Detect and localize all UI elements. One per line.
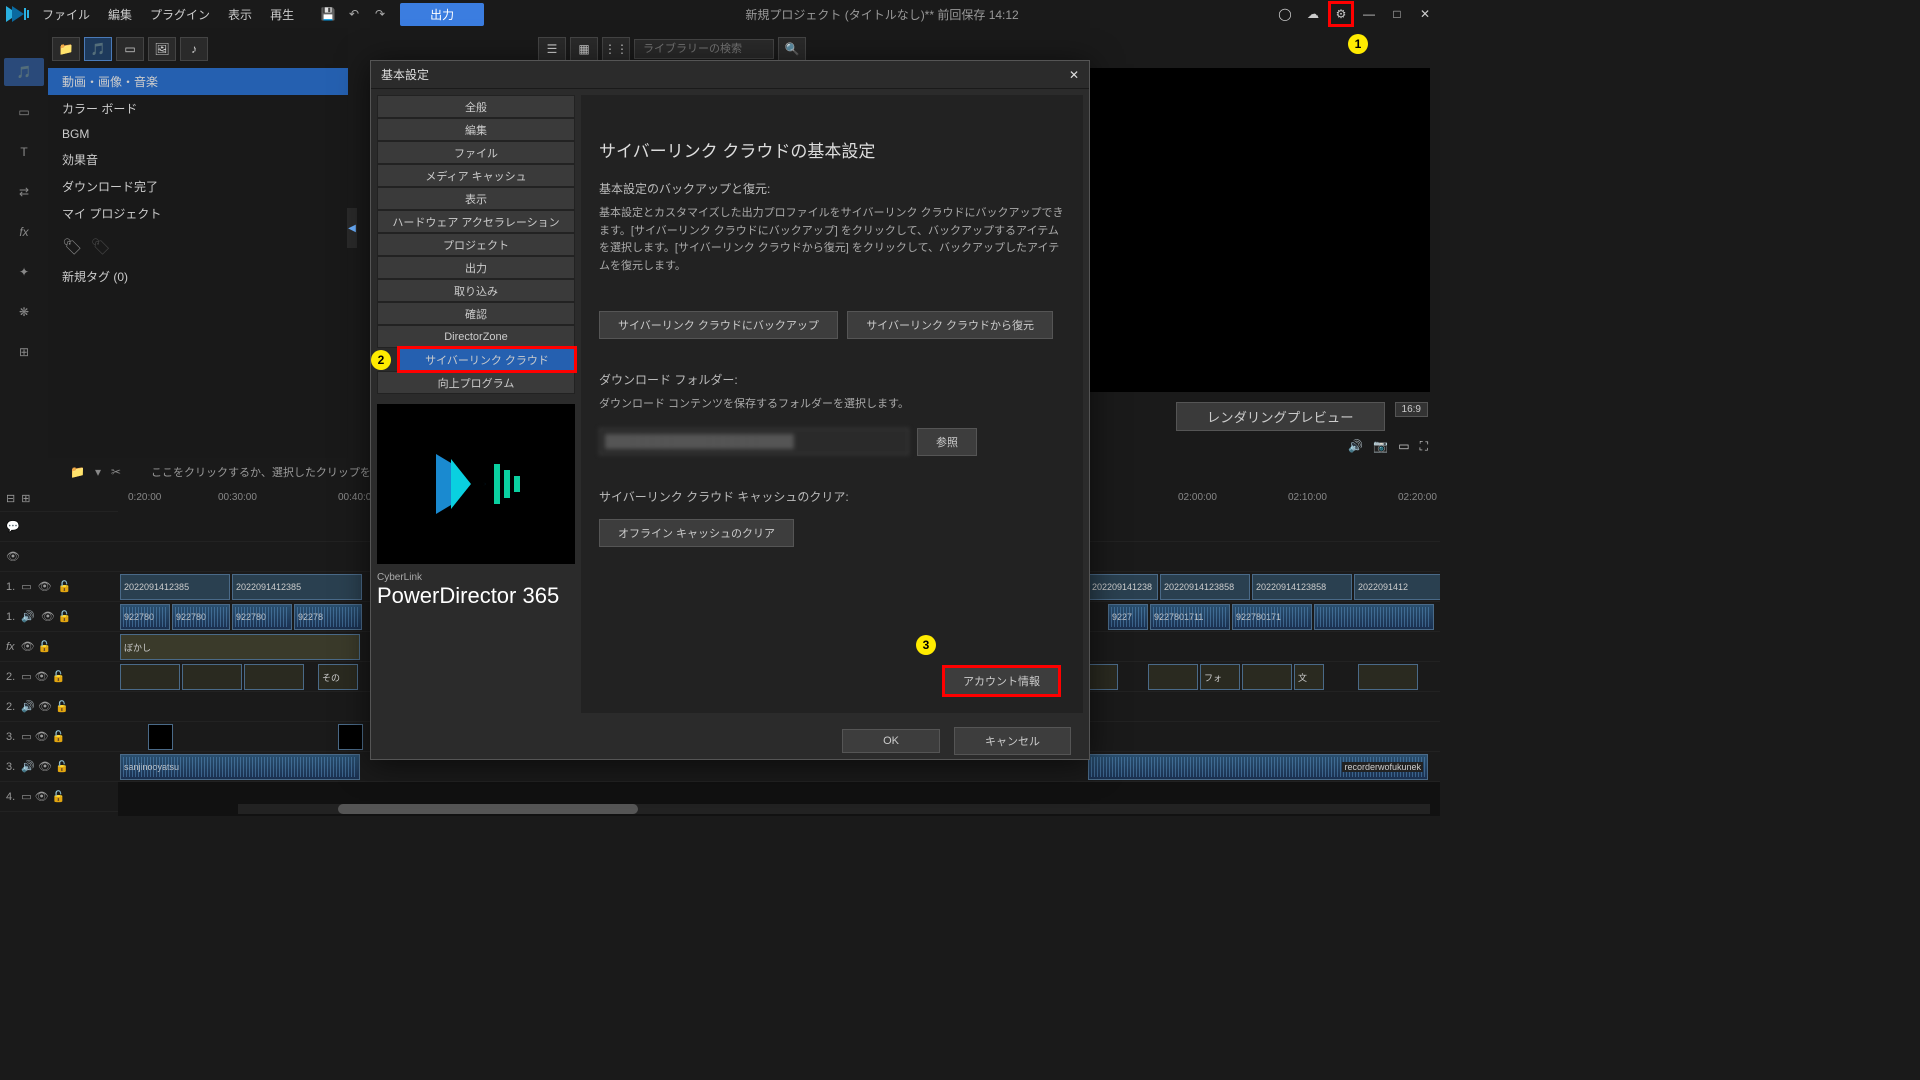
backup-button[interactable]: サイバーリンク クラウドにバックアップ: [599, 311, 838, 339]
preferences-dialog: 基本設定 ✕ 全般 編集 ファイル メディア キャッシュ 表示 ハードウェア ア…: [370, 60, 1090, 760]
nav-cyberlink-cloud[interactable]: サイバーリンク クラウド: [399, 348, 575, 371]
nav-mediacache[interactable]: メディア キャッシュ: [377, 164, 575, 187]
backup-heading: 基本設定のバックアップと復元:: [599, 180, 1065, 197]
restore-button[interactable]: サイバーリンク クラウドから復元: [847, 311, 1053, 339]
nav-file[interactable]: ファイル: [377, 141, 575, 164]
nav-directorzone[interactable]: DirectorZone: [377, 325, 575, 348]
nav-confirm[interactable]: 確認: [377, 302, 575, 325]
nav-import[interactable]: 取り込み: [377, 279, 575, 302]
dialog-content: サイバーリンク クラウドの基本設定 基本設定のバックアップと復元: 基本設定とカ…: [581, 95, 1083, 713]
clear-cache-button[interactable]: オフライン キャッシュのクリア: [599, 519, 794, 547]
browse-button[interactable]: 参照: [917, 428, 977, 456]
annotation-badge-1: 1: [1348, 34, 1368, 54]
dialog-nav: 全般 編集 ファイル メディア キャッシュ 表示 ハードウェア アクセラレーショ…: [371, 89, 581, 719]
nav-output[interactable]: 出力: [377, 256, 575, 279]
annotation-badge-3: 3: [916, 635, 936, 655]
brand-name: CyberLinkPowerDirector 365: [377, 572, 575, 609]
nav-improvement[interactable]: 向上プログラム: [377, 371, 575, 394]
download-folder-desc: ダウンロード コンテンツを保存するフォルダーを選択します。: [599, 396, 1065, 414]
annotation-badge-2: 2: [371, 350, 391, 370]
nav-display[interactable]: 表示: [377, 187, 575, 210]
cancel-button[interactable]: キャンセル: [954, 727, 1071, 755]
backup-description: 基本設定とカスタマイズした出力プロファイルをサイバーリンク クラウドにバックアッ…: [599, 205, 1065, 275]
dialog-footer: OK キャンセル: [371, 719, 1089, 763]
ok-button[interactable]: OK: [842, 729, 940, 753]
dialog-title-label: 基本設定: [381, 66, 429, 83]
brand-logo-box: [377, 404, 575, 564]
download-folder-heading: ダウンロード フォルダー:: [599, 371, 1065, 388]
nav-general[interactable]: 全般: [377, 95, 575, 118]
dialog-overlay: 基本設定 ✕ 全般 編集 ファイル メディア キャッシュ 表示 ハードウェア ア…: [0, 0, 1440, 820]
cache-heading: サイバーリンク クラウド キャッシュのクリア:: [599, 488, 1065, 505]
nav-project[interactable]: プロジェクト: [377, 233, 575, 256]
download-folder-input[interactable]: [599, 428, 909, 455]
content-title: サイバーリンク クラウドの基本設定: [599, 137, 1065, 162]
nav-edit[interactable]: 編集: [377, 118, 575, 141]
dialog-close-icon[interactable]: ✕: [1069, 68, 1079, 82]
nav-hwaccel[interactable]: ハードウェア アクセラレーション: [377, 210, 575, 233]
account-info-button[interactable]: アカウント情報: [944, 667, 1059, 695]
